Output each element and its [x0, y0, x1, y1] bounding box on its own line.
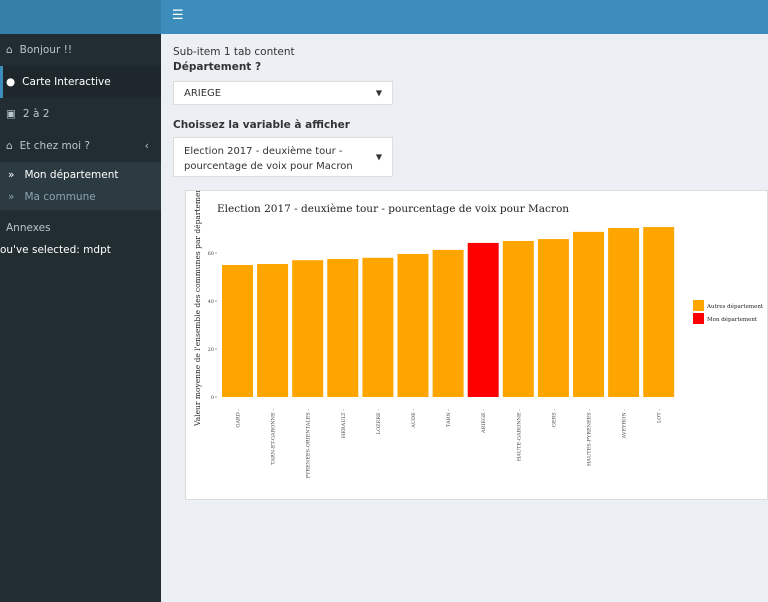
- tab-content-text: Sub-item 1 tab content: [173, 46, 295, 58]
- submenu: » Mon département » Ma commune: [0, 162, 161, 210]
- chevron-left-icon: ‹: [144, 140, 149, 152]
- selected-text: ou've selected: mdpt: [0, 244, 111, 256]
- sidebar-item-annexes[interactable]: Annexes: [0, 210, 161, 240]
- sidebar-item-bonjour[interactable]: ⌂ Bonjour !!: [0, 34, 161, 66]
- bar-aude: [397, 253, 429, 397]
- y-tick-label: 40: [208, 299, 214, 305]
- legend-swatch: [693, 300, 704, 311]
- bar-tarn: [432, 249, 464, 397]
- sidebar-item-chez-moi[interactable]: ⌂ Et chez moi ? ‹: [0, 130, 161, 162]
- home-icon: ⌂: [6, 44, 13, 56]
- bar-gers: [537, 239, 569, 397]
- chevron-right-icon: »: [8, 169, 15, 181]
- x-tick-label: GARD -: [236, 409, 242, 428]
- subitem-ma-commune[interactable]: » Ma commune: [0, 186, 161, 208]
- bar-chart: Election 2017 - deuxième tour - pourcent…: [193, 185, 764, 479]
- sidebar-item-2a2[interactable]: ▣ 2 à 2: [0, 98, 161, 130]
- x-tick-label: AUDE -: [411, 409, 417, 429]
- x-tick-label: HAUTES-PYRENEES -: [587, 409, 593, 466]
- x-tick-label: AVEYRON -: [622, 409, 628, 440]
- legend-label: Mon département: [707, 316, 758, 323]
- variable-label: Choissez la variable à afficher: [173, 119, 350, 131]
- x-tick-label: PYRENEES-ORIENTALES -: [306, 409, 312, 479]
- variable-select[interactable]: Election 2017 - deuxième tour - pourcent…: [173, 137, 393, 177]
- bar-lot: [643, 227, 675, 397]
- home-icon: ⌂: [6, 140, 13, 152]
- sidebar: ⌂ Bonjour !! ● Carte Interactive ▣ 2 à 2 ⌂ E…: [0, 34, 161, 602]
- legend-swatch: [693, 313, 704, 324]
- x-tick-label: HERAULT -: [341, 409, 347, 438]
- x-tick-label: GERS -: [551, 409, 557, 427]
- bar-pyrenees-orientales: [292, 260, 324, 397]
- bar-lozere: [362, 257, 394, 397]
- x-tick-label: LOT -: [657, 409, 663, 423]
- bar-hautes-pyrenees: [573, 231, 604, 397]
- hamburger-icon[interactable]: ☰: [172, 8, 184, 23]
- dept-label: Département ?: [173, 61, 262, 73]
- area-chart-icon: ▣: [6, 108, 16, 120]
- logo-area: [0, 0, 161, 34]
- globe-icon: ●: [6, 76, 16, 88]
- y-axis-label: Valeur moyenne de l'ensemble des commune…: [193, 191, 202, 427]
- dept-select[interactable]: ARIEGE ▼: [173, 81, 393, 105]
- x-tick-label: ARIEGE -: [481, 409, 487, 434]
- subitem-mon-departement[interactable]: » Mon département: [0, 164, 161, 186]
- chevron-right-icon: »: [8, 191, 15, 203]
- y-tick-label: 0: [211, 395, 214, 401]
- bar-ariege: [467, 242, 499, 397]
- x-tick-label: TARN -: [446, 409, 452, 427]
- legend-label: Autres département: [706, 303, 764, 310]
- main-content: Sub-item 1 tab content Département ? ARI…: [173, 46, 393, 177]
- sidebar-item-carte[interactable]: ● Carte Interactive: [0, 66, 161, 98]
- x-tick-label: TARN-ET-GARONNE -: [271, 409, 277, 465]
- bar-herault: [327, 259, 359, 397]
- bar-aveyron: [608, 228, 640, 397]
- chart-title: Election 2017 - deuxième tour - pourcent…: [217, 203, 569, 215]
- chart-panel: Election 2017 - deuxième tour - pourcent…: [185, 185, 768, 500]
- y-tick-label: 20: [208, 347, 214, 353]
- x-tick-label: LOZERE -: [376, 409, 382, 435]
- top-navbar: ☰: [0, 0, 768, 34]
- bar-tarn-et-garonne: [257, 264, 289, 397]
- x-tick-label: HAUTE-GARONNE -: [516, 409, 522, 461]
- y-tick-label: 60: [208, 251, 214, 257]
- caret-down-icon: ▼: [375, 152, 382, 162]
- bar-haute-garonne: [502, 241, 534, 397]
- caret-down-icon: ▼: [375, 88, 382, 98]
- bar-gard: [222, 265, 253, 397]
